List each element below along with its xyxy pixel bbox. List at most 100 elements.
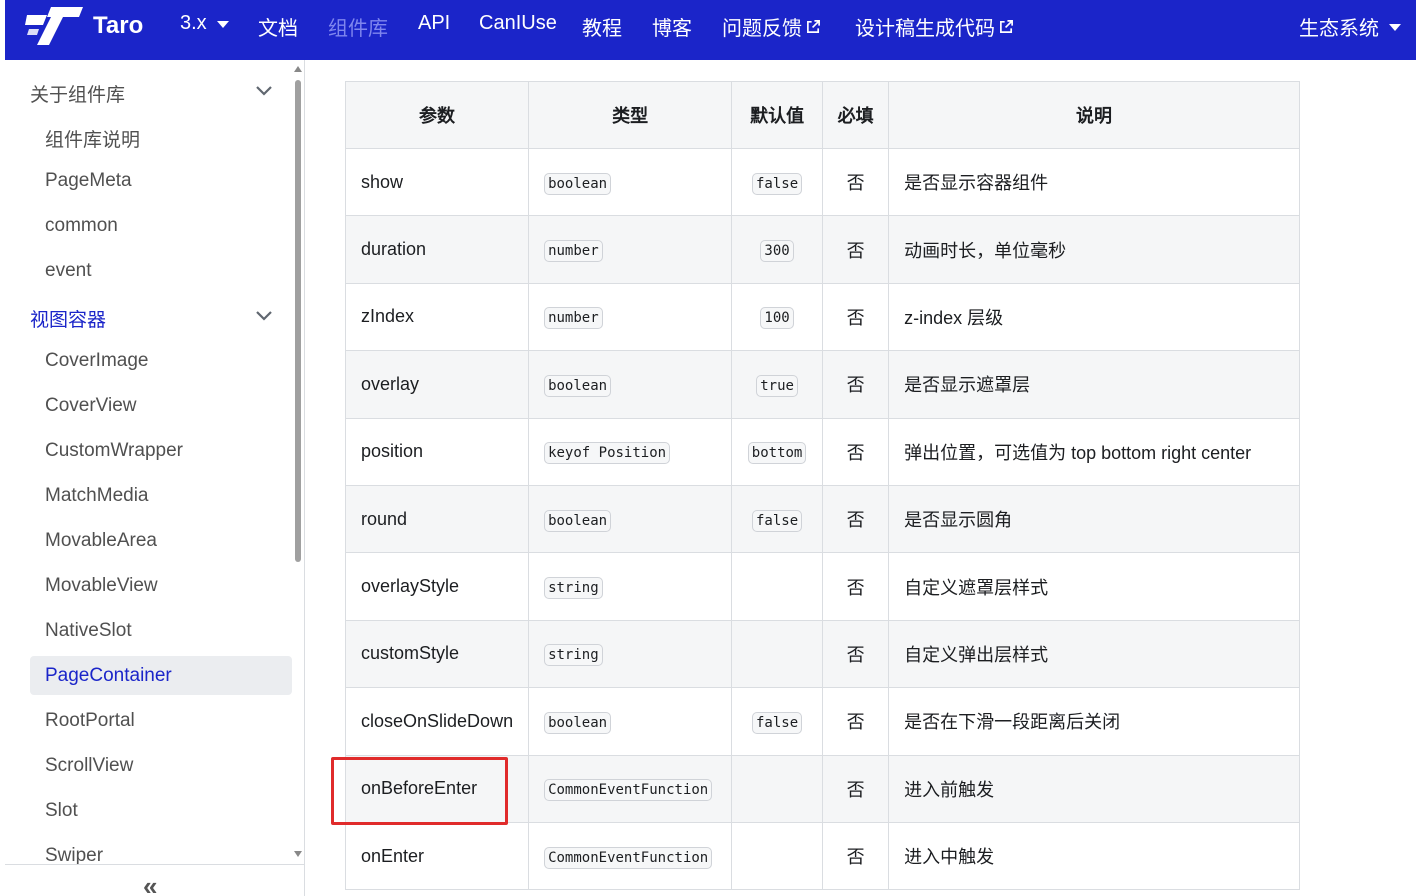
sidebar-item-pagemeta[interactable]: PageMeta: [45, 170, 132, 192]
sidebar-item-scrollview[interactable]: ScrollView: [45, 755, 133, 777]
cell-required: 否: [822, 821, 890, 891]
cell-default-code: false: [752, 172, 803, 195]
cell-description: 是否显示遮罩层: [888, 350, 1300, 419]
sidebar-item-customwrapper[interactable]: CustomWrapper: [45, 440, 183, 462]
nav-version-label: 3.x: [180, 12, 207, 34]
cell-description: 是否在下滑一段距离后关闭: [888, 687, 1300, 756]
sidebar-item-movablearea[interactable]: MovableArea: [45, 530, 157, 552]
cell-type: boolean: [528, 147, 733, 217]
cell-description: 动画时长，单位毫秒: [888, 215, 1300, 284]
sidebar-scrollbar-thumb[interactable]: [295, 80, 301, 562]
cell-type-code: CommonEventFunction: [544, 779, 713, 802]
cell-description: 进入前触发: [888, 754, 1300, 823]
sidebar-item-matchmedia[interactable]: MatchMedia: [45, 485, 149, 507]
sidebar-item-movableview[interactable]: MovableView: [45, 575, 158, 597]
cell-type-code: string: [544, 577, 603, 600]
external-link-icon: [807, 20, 820, 33]
sidebar-item-coverview[interactable]: CoverView: [45, 395, 137, 417]
table-row: overlayStyle string 否自定义遮罩层样式: [344, 552, 1300, 621]
nav-caniuse[interactable]: CanIUse: [479, 12, 557, 35]
header-required: 必填: [822, 81, 890, 149]
scroll-up-arrow-icon[interactable]: [294, 66, 302, 72]
cell-type: string: [528, 552, 733, 621]
cell-type: keyof Position: [528, 417, 733, 486]
cell-type: boolean: [528, 687, 733, 756]
cell-default: [731, 619, 824, 689]
cell-required: 否: [822, 417, 890, 486]
table-row: overlay boolean true 否是否显示遮罩层: [344, 350, 1300, 419]
double-chevron-left-icon: «: [143, 871, 158, 896]
cell-param: customStyle: [344, 619, 530, 689]
cell-type: boolean: [528, 484, 733, 554]
chevron-down-icon[interactable]: [255, 310, 273, 322]
cell-description: 进入中触发: [888, 821, 1300, 891]
cell-default-code: false: [752, 509, 803, 532]
cell-required: 否: [822, 687, 890, 756]
cell-required: 否: [822, 619, 890, 689]
header-param: 参数: [344, 81, 530, 149]
sidebar-item-common[interactable]: common: [45, 215, 118, 237]
cell-param: onBeforeEnter: [344, 754, 530, 823]
cell-required: 否: [822, 147, 890, 217]
top-navbar: Taro 3.x 文档 组件库 API CanIUse 教程 博客 问题反馈 设…: [5, 0, 1416, 60]
cell-required: 否: [822, 754, 890, 823]
sidebar-item-coverimage[interactable]: CoverImage: [45, 350, 149, 372]
cell-param: round: [344, 484, 530, 554]
table-row: closeOnSlideDown boolean false 否是否在下滑一段距离后关…: [344, 687, 1300, 756]
nav-components[interactable]: 组件库: [328, 12, 388, 41]
sidebar-item-slot[interactable]: Slot: [45, 800, 78, 822]
cell-type: CommonEventFunction: [528, 821, 733, 891]
external-link-icon: [1000, 20, 1013, 33]
cell-description: 是否显示圆角: [888, 484, 1300, 554]
nav-tutorial[interactable]: 教程: [582, 12, 622, 41]
sidebar-item-rootportal[interactable]: RootPortal: [45, 710, 135, 732]
cell-default-code: false: [752, 711, 803, 734]
nav-docs[interactable]: 文档: [258, 12, 298, 41]
sidebar: 关于组件库 组件库说明 PageMeta common event 视图容器 C…: [5, 60, 305, 896]
cell-type-code: boolean: [544, 711, 612, 734]
sidebar-item-pagecontainer[interactable]: PageContainer: [45, 665, 172, 687]
cell-description: 自定义遮罩层样式: [888, 552, 1300, 621]
sidebar-collapse-button[interactable]: «: [5, 864, 304, 896]
cell-default-code: true: [756, 374, 798, 397]
brand-title[interactable]: Taro: [93, 12, 143, 40]
cell-type-code: number: [544, 307, 603, 330]
cell-default-code: bottom: [747, 442, 807, 465]
table-row: show boolean false 否是否显示容器组件: [344, 147, 1300, 217]
cell-default-code: 300: [760, 240, 794, 263]
cell-default: false: [731, 484, 824, 554]
cell-param: overlayStyle: [344, 552, 530, 621]
cell-type: number: [528, 282, 733, 352]
sidebar-category-about[interactable]: 关于组件库: [30, 80, 125, 107]
scroll-down-arrow-icon[interactable]: [294, 851, 302, 857]
nav-ecosystem-dropdown[interactable]: 生态系统: [1299, 12, 1401, 41]
nav-feedback[interactable]: 问题反馈: [722, 12, 821, 41]
cell-default: true: [731, 350, 824, 419]
sidebar-item-intro[interactable]: 组件库说明: [45, 125, 140, 152]
taro-logo-icon[interactable]: [25, 5, 85, 45]
nav-version-dropdown[interactable]: 3.x: [180, 12, 229, 35]
sidebar-category-view-containers[interactable]: 视图容器: [30, 305, 106, 332]
table-body: show boolean false 否是否显示容器组件 duration number 3…: [344, 147, 1300, 891]
cell-param: overlay: [344, 350, 530, 419]
cell-param: zIndex: [344, 282, 530, 352]
cell-param: position: [344, 417, 530, 486]
chevron-down-icon[interactable]: [255, 85, 273, 97]
cell-default: 100: [731, 282, 824, 352]
cell-param: duration: [344, 215, 530, 284]
nav-design-to-code[interactable]: 设计稿生成代码: [855, 12, 1014, 41]
sidebar-item-nativeslot[interactable]: NativeSlot: [45, 620, 132, 642]
cell-required: 否: [822, 350, 890, 419]
nav-blog[interactable]: 博客: [652, 12, 692, 41]
header-default: 默认值: [731, 81, 824, 149]
table-row: zIndex number 100 否 z-index 层级: [344, 282, 1300, 352]
nav-api[interactable]: API: [418, 12, 450, 35]
cell-description: z-index 层级: [888, 282, 1300, 352]
header-type: 类型: [528, 81, 733, 149]
sidebar-item-event[interactable]: event: [45, 260, 91, 282]
cell-required: 否: [822, 552, 890, 621]
caret-down-icon: [216, 21, 229, 28]
cell-type-code: keyof Position: [544, 442, 671, 465]
cell-param: closeOnSlideDown: [344, 687, 530, 756]
nav-feedback-label: 问题反馈: [722, 18, 802, 40]
